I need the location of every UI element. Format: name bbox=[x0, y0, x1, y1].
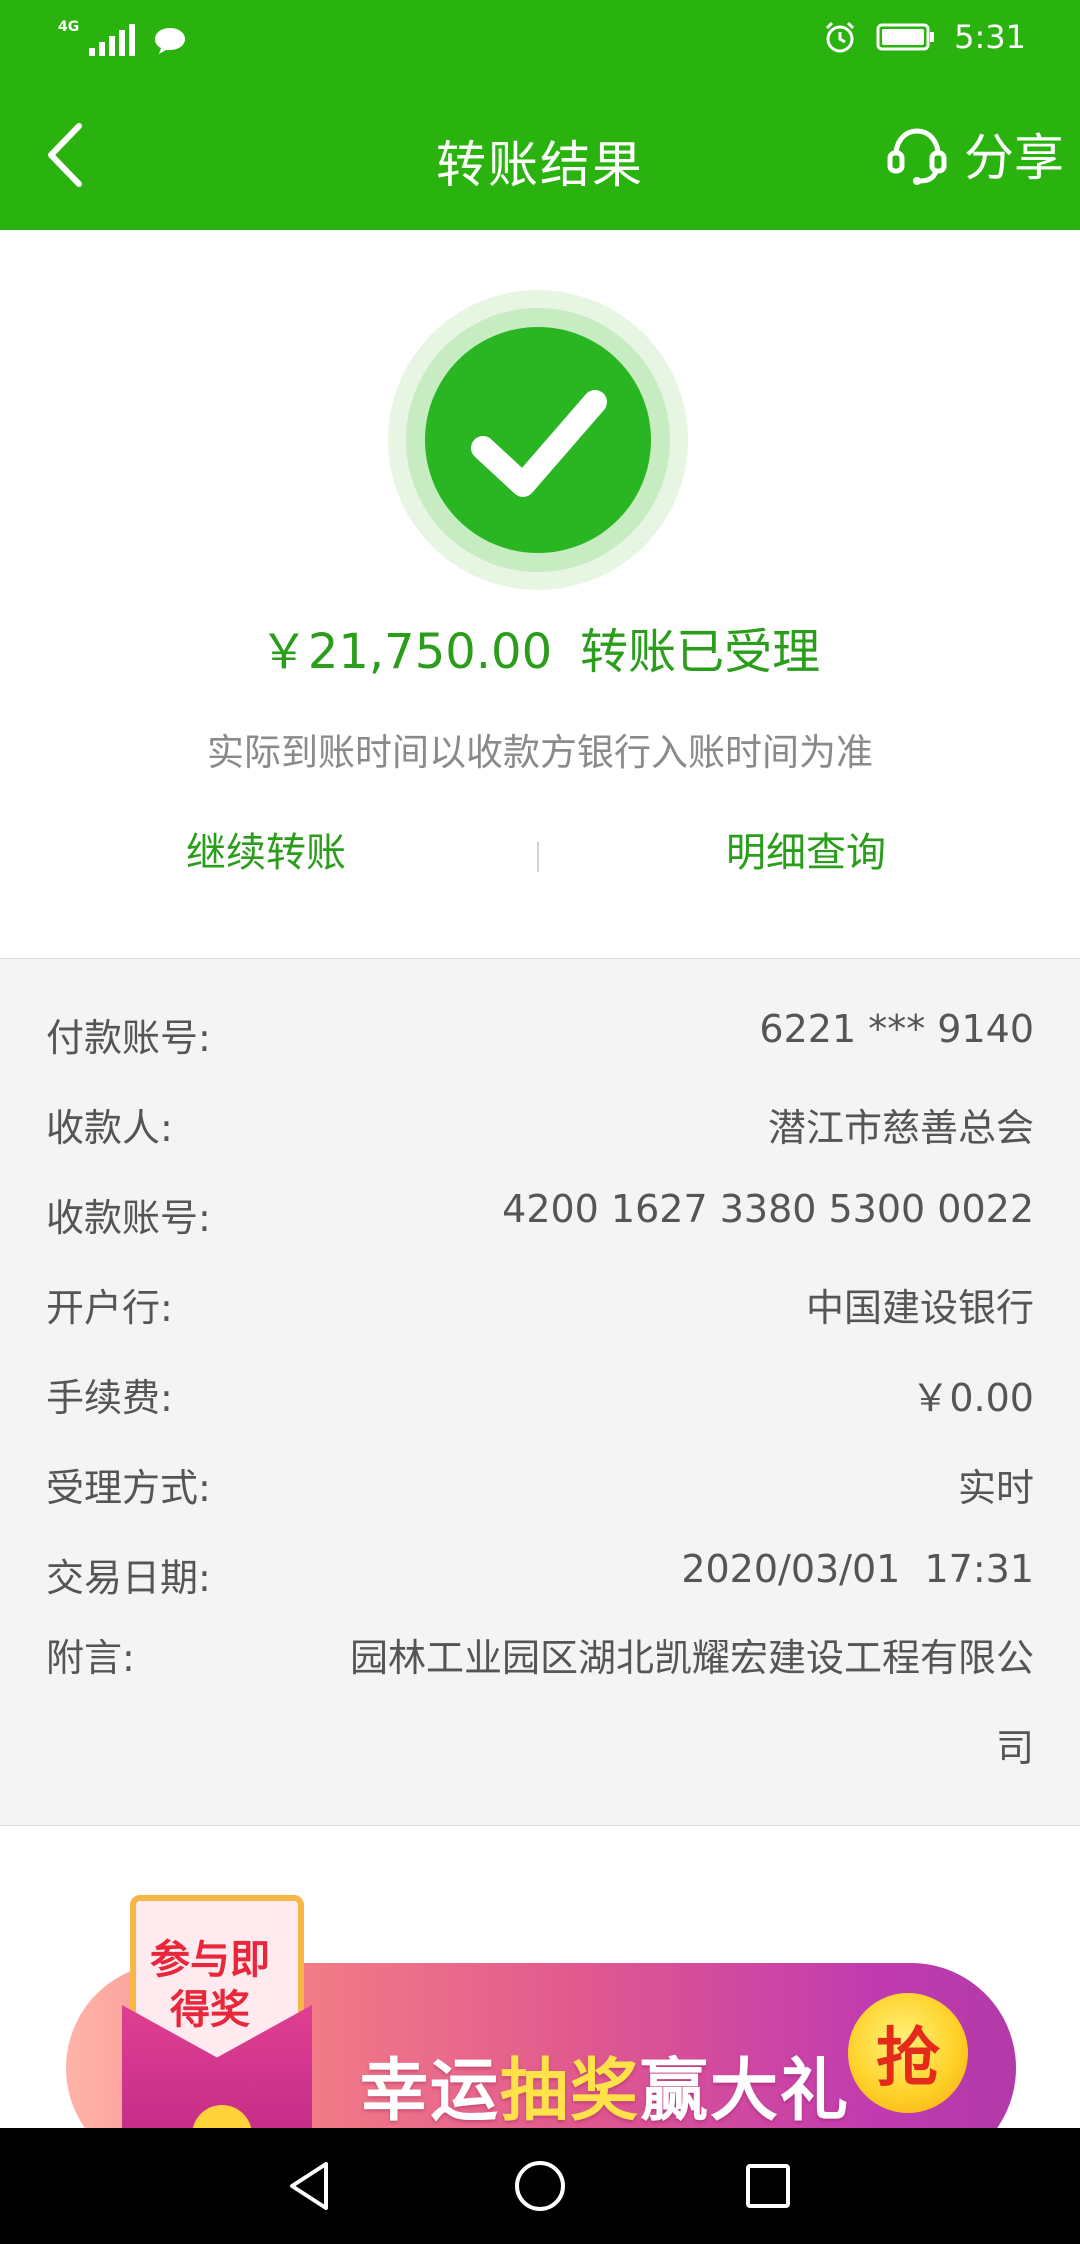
status-left: 4G bbox=[58, 20, 187, 56]
detail-value: 6221 *** 9140 bbox=[759, 1007, 1034, 1051]
detail-row-fee: 手续费: ￥0.00 bbox=[46, 1367, 1034, 1422]
detail-row-payee: 收款人: 潜江市慈善总会 bbox=[46, 1097, 1034, 1152]
amount-status-line: ￥21,750.00 转账已受理 bbox=[0, 612, 1080, 682]
detail-value: 实时 bbox=[957, 1466, 1034, 1510]
detail-label: 付款账号: bbox=[46, 1016, 211, 1060]
title-bar: 转账结果 分享 bbox=[0, 80, 1080, 230]
customer-service-headset-icon bbox=[887, 128, 947, 185]
message-icon bbox=[155, 28, 186, 54]
detail-value: 4200 1627 3380 5300 0022 bbox=[502, 1187, 1034, 1231]
grab-button[interactable]: 抢 bbox=[848, 1993, 968, 2113]
nav-back-icon bbox=[290, 2162, 328, 2210]
detail-row-method: 受理方式: 实时 bbox=[46, 1457, 1034, 1512]
detail-row-remark: 附言: 园林工业园区湖北凯耀宏建设工程有限公司 bbox=[46, 1613, 1034, 1793]
detail-label: 收款人: bbox=[46, 1106, 173, 1150]
result-section: ￥21,750.00 转账已受理 实际到账时间以收款方银行入账时间为准 继续转账 … bbox=[0, 230, 1080, 958]
status-right: 5:31 bbox=[822, 18, 1026, 56]
slogan-part1: 幸运 bbox=[360, 2052, 501, 2131]
detail-label: 手续费: bbox=[46, 1376, 173, 1420]
battery-icon bbox=[876, 23, 935, 51]
detail-row-date: 交易日期: 2020/03/01 17:31 bbox=[46, 1547, 1034, 1602]
signal-icon bbox=[89, 24, 136, 56]
alarm-icon bbox=[826, 21, 855, 53]
actions-divider bbox=[537, 842, 539, 872]
nav-home-button[interactable] bbox=[480, 2128, 600, 2244]
detail-label: 交易日期: bbox=[46, 1556, 211, 1600]
slogan-highlight: 抽奖 bbox=[500, 2052, 641, 2131]
lottery-banner[interactable]: 参与即得奖 幸运抽奖赢大礼 抢 bbox=[60, 1895, 1020, 2173]
detail-label: 开户行: bbox=[46, 1286, 173, 1330]
app-header: 4G 5:31 转账结果 分享 bbox=[0, 0, 1080, 230]
detail-query-button[interactable]: 明细查询 bbox=[726, 820, 886, 878]
detail-row-payer-account: 付款账号: 6221 *** 9140 bbox=[46, 1007, 1034, 1062]
detail-value: 潜江市慈善总会 bbox=[767, 1106, 1034, 1150]
detail-label: 附言: bbox=[46, 1636, 135, 1680]
transfer-amount: ￥21,750.00 bbox=[259, 624, 553, 680]
banner-slogan: 幸运抽奖赢大礼 bbox=[360, 2035, 850, 2134]
detail-row-payee-account: 收款账号: 4200 1627 3380 5300 0022 bbox=[46, 1187, 1034, 1242]
share-button[interactable]: 分享 bbox=[884, 118, 1064, 190]
transfer-status: 转账已受理 bbox=[580, 624, 821, 680]
detail-value: ￥0.00 bbox=[911, 1376, 1034, 1420]
result-actions: 继续转账 明细查询 bbox=[0, 820, 1080, 890]
envelope-text: 参与即得奖 bbox=[150, 1937, 270, 2033]
continue-transfer-button[interactable]: 继续转账 bbox=[186, 820, 346, 878]
detail-value: 2020/03/01 17:31 bbox=[681, 1547, 1034, 1591]
slogan-part2: 赢大礼 bbox=[640, 2052, 851, 2131]
nav-back-button[interactable] bbox=[250, 2128, 370, 2244]
status-bar: 4G 5:31 bbox=[0, 0, 1080, 80]
detail-label: 受理方式: bbox=[46, 1466, 211, 1510]
transfer-details: 付款账号: 6221 *** 9140 收款人: 潜江市慈善总会 收款账号: 4… bbox=[0, 958, 1080, 1826]
nav-recent-button[interactable] bbox=[708, 2128, 828, 2244]
detail-value: 中国建设银行 bbox=[805, 1286, 1034, 1330]
detail-row-bank: 开户行: 中国建设银行 bbox=[46, 1277, 1034, 1332]
transfer-result-screen: 4G 5:31 转账结果 分享 ￥21,750.00 转账已受理 实际到账时间以… bbox=[0, 0, 1080, 2244]
system-navigation-bar bbox=[0, 2128, 1080, 2244]
nav-home-icon bbox=[515, 2161, 565, 2211]
detail-label: 收款账号: bbox=[46, 1196, 211, 1240]
nav-recent-icon bbox=[746, 2164, 790, 2208]
share-label: 分享 bbox=[964, 129, 1064, 187]
network-type-label: 4G bbox=[58, 19, 80, 35]
success-check-icon bbox=[388, 290, 688, 590]
detail-value: 园林工业园区湖北凯耀宏建设工程有限公司 bbox=[349, 1636, 1034, 1770]
red-envelope-icon: 参与即得奖 bbox=[122, 1895, 312, 2155]
status-time: 5:31 bbox=[954, 18, 1026, 56]
arrival-time-note: 实际到账时间以收款方银行入账时间为准 bbox=[207, 731, 873, 774]
